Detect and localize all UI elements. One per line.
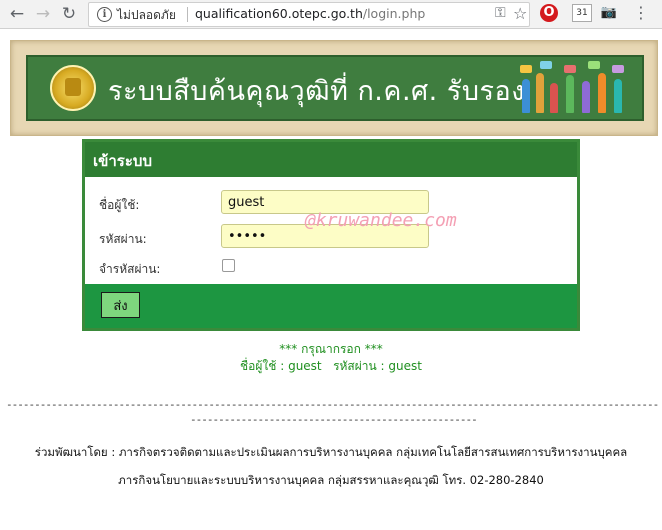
remember-password-checkbox[interactable] [222,259,235,272]
submit-button[interactable]: ส่ง [101,292,140,318]
forward-arrow-icon[interactable]: → [32,3,54,25]
people-illustration [516,61,636,115]
username-label: ชื่อผู้ใช้: [99,198,140,212]
back-arrow-icon[interactable]: ← [6,3,28,25]
footer-credit-line1: ร่วมพัฒนาโดย : ภารกิจตรวจติดตามและประเมิ… [34,445,628,459]
camera-extension-icon[interactable]: 📷 [600,4,618,22]
person-icon [550,83,558,113]
menu-icon[interactable]: ⋮ [632,4,650,22]
url-host: qualification60.otepc.go.th [195,6,363,21]
remember-password-label: จำรหัสผ่าน: [99,262,161,276]
key-icon[interactable]: ⚿ [495,5,506,21]
person-icon [522,79,530,113]
emblem-core [65,78,81,96]
browser-toolbar: ← → ↻ i ไม่ปลอดภัย qualification60.otepc… [0,0,662,29]
info-icon[interactable]: i [97,7,112,22]
login-title: เข้าระบบ [93,152,152,170]
footer-credit-line2: ภารกิจนโยบายและระบบบริหารงานบุคคล กลุ่มส… [118,473,544,487]
speech-bubble-icon [612,65,624,73]
speech-bubble-icon [588,61,600,69]
footer-divider-short: ----------------------------------------… [190,413,478,426]
url-text[interactable]: qualification60.otepc.go.th/login.php [195,6,425,21]
person-icon [536,73,544,113]
login-panel-header: เข้าระบบ [85,142,577,177]
watermark: @kruwandee.com [305,210,457,231]
speech-bubble-icon [520,65,532,73]
person-icon [566,75,574,113]
login-panel: เข้าระบบ ชื่อผู้ใช้: รหัสผ่าน: จำรหัสผ่า… [82,139,580,331]
speech-bubble-icon [540,61,552,69]
emblem-logo [50,65,96,111]
url-path: /login.php [362,6,426,21]
opera-extension-icon[interactable]: O [540,4,558,22]
banner-title: ระบบสืบค้นคุณวุฒิที่ ก.ค.ศ. รับรอง [108,76,525,107]
password-label: รหัสผ่าน: [99,232,147,246]
security-label: ไม่ปลอดภัย [117,8,176,22]
calendar-extension-icon[interactable]: 31 [572,4,592,22]
person-icon [598,73,606,113]
footer-divider-long: ----------------------------------------… [6,398,658,411]
site-banner: ระบบสืบค้นคุณวุฒิที่ ก.ค.ศ. รับรอง [10,40,658,136]
speech-bubble-icon [564,65,576,73]
bookmark-star-icon[interactable]: ☆ [513,4,527,23]
address-bar[interactable]: i ไม่ปลอดภัย qualification60.otepc.go.th… [88,2,530,27]
person-icon [582,81,590,113]
banner-board: ระบบสืบค้นคุณวุฒิที่ ก.ค.ศ. รับรอง [26,55,644,121]
hint-credentials: ชื่อผู้ใช้ : guest รหัสผ่าน : guest [240,359,422,373]
reload-icon[interactable]: ↻ [58,3,80,25]
address-separator [187,7,188,22]
person-icon [614,79,622,113]
login-panel-footer: ส่ง [85,284,577,328]
